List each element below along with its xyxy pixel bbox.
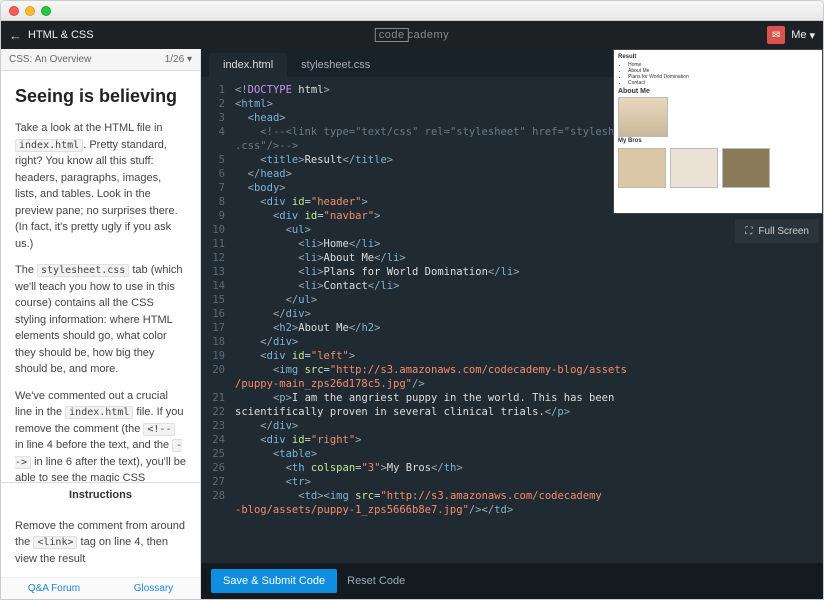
app-root: ← HTML & CSS codecademy ✉ Me ▾ CSS: An O… xyxy=(1,21,823,599)
logo-left: code xyxy=(375,28,409,42)
main-content: CSS: An Overview 1/26 ▾ Seeing is believ… xyxy=(1,49,823,599)
minimize-window-button[interactable] xyxy=(25,6,35,16)
preview-thumb xyxy=(722,148,770,188)
tab-index-html[interactable]: index.html xyxy=(209,53,287,77)
code-tag: index.html xyxy=(15,139,83,152)
lesson-p2: The stylesheet.css tab (which we'll teac… xyxy=(15,262,186,378)
lesson-panel: CSS: An Overview 1/26 ▾ Seeing is believ… xyxy=(1,49,201,599)
fullscreen-button[interactable]: ⛶ Full Screen xyxy=(735,219,819,243)
lesson-progress[interactable]: 1/26 ▾ xyxy=(165,54,192,65)
top-bar: ← HTML & CSS codecademy ✉ Me ▾ xyxy=(1,21,823,49)
line-gutter: 1234 567891011121314151617181920 2122232… xyxy=(201,77,231,563)
instructions-header: Instructions xyxy=(1,482,200,508)
lesson-heading: Seeing is believing xyxy=(15,83,186,110)
user-menu-label: Me xyxy=(791,29,806,41)
logo-right: cademy xyxy=(408,29,450,41)
notification-icon[interactable]: ✉ xyxy=(767,26,785,44)
code-tag: stylesheet.css xyxy=(37,264,129,277)
code-tag: <!-- xyxy=(143,423,175,436)
instructions-body: Remove the comment from around the <link… xyxy=(1,508,200,578)
breadcrumb[interactable]: HTML & CSS xyxy=(28,29,94,41)
user-menu[interactable]: Me ▾ xyxy=(791,29,815,42)
preview-thumb xyxy=(618,148,666,188)
preview-heading: Result xyxy=(618,54,818,60)
reset-code-button[interactable]: Reset Code xyxy=(347,575,405,587)
fullscreen-icon: ⛶ xyxy=(745,226,752,237)
editor-panel: index.html stylesheet.css 1234 567891011… xyxy=(201,49,823,599)
course-title: CSS: An Overview xyxy=(9,54,91,65)
progress-text: 1/26 xyxy=(165,54,184,65)
chevron-down-icon: ▾ xyxy=(809,29,815,42)
preview-h2: About Me xyxy=(618,88,818,95)
mac-window: ← HTML & CSS codecademy ✉ Me ▾ CSS: An O… xyxy=(0,0,824,600)
preview-nav-list: HomeAbout MePlans for World DominationCo… xyxy=(618,62,818,86)
preview-table-head: My Bros xyxy=(618,138,642,144)
lesson-body: Seeing is believing Take a look at the H… xyxy=(1,71,200,482)
lesson-panel-header: CSS: An Overview 1/26 ▾ xyxy=(1,49,200,71)
editor-footer: Save & Submit Code Reset Code xyxy=(201,563,823,599)
mac-titlebar xyxy=(1,1,823,21)
lesson-p1: Take a look at the HTML file in index.ht… xyxy=(15,120,186,252)
lesson-p3: We've commented out a crucial line in th… xyxy=(15,388,186,482)
preview-thumb xyxy=(670,148,718,188)
tab-stylesheet-css[interactable]: stylesheet.css xyxy=(287,53,384,77)
glossary-link[interactable]: Glossary xyxy=(134,583,173,594)
preview-body: Result HomeAbout MePlans for World Domin… xyxy=(614,50,822,213)
qa-forum-link[interactable]: Q&A Forum xyxy=(28,583,80,594)
maximize-window-button[interactable] xyxy=(41,6,51,16)
preview-panel: Result HomeAbout MePlans for World Domin… xyxy=(613,49,823,214)
preview-main-image xyxy=(618,97,668,137)
lesson-footer: Q&A Forum Glossary xyxy=(1,577,200,599)
logo: codecademy xyxy=(375,29,449,41)
code-tag: <link> xyxy=(33,536,77,549)
save-submit-button[interactable]: Save & Submit Code xyxy=(211,569,337,593)
code-tag: index.html xyxy=(65,406,133,419)
close-window-button[interactable] xyxy=(9,6,19,16)
back-arrow-icon[interactable]: ← xyxy=(9,28,22,43)
fullscreen-label: Full Screen xyxy=(758,226,809,237)
